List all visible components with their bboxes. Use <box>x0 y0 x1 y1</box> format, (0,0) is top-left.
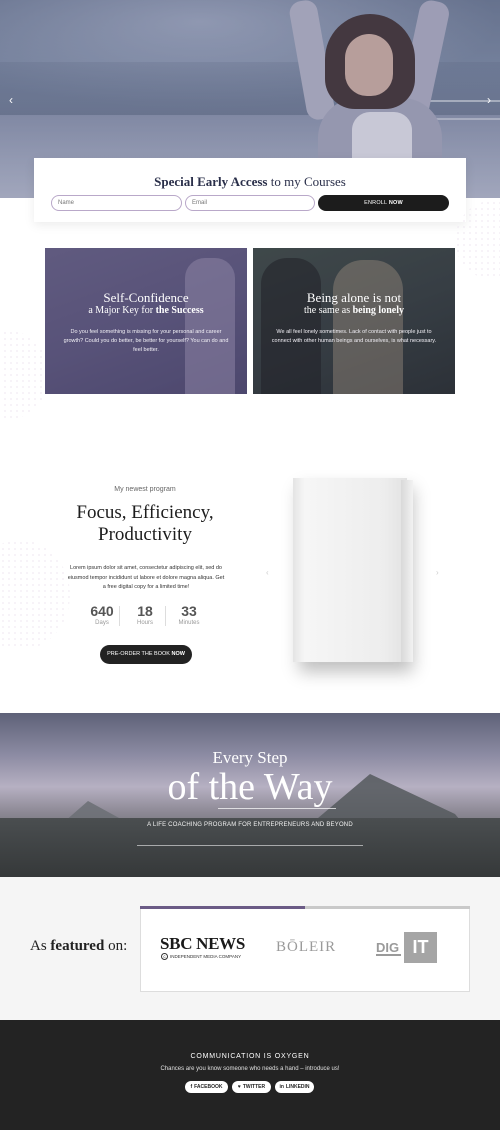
enroll-title: Special Early Access to my Courses <box>154 174 346 189</box>
twitter-button[interactable]: ♥ TWITTER <box>232 1081 271 1093</box>
countdown-divider <box>165 606 166 626</box>
card-text: We all feel lonely sometimes. Lack of co… <box>271 329 437 344</box>
program-title: Focus, Efficiency, Productivity <box>76 502 214 545</box>
dig-it-underline <box>376 954 401 956</box>
program-description: Lorem ipsum dolor sit amet, consectetur … <box>67 565 225 590</box>
boleir-logo[interactable]: BŌLEIR <box>276 939 336 956</box>
slider-prev-icon[interactable]: ‹ <box>4 92 18 108</box>
banner-subtitle: A LIFE COACHING PROGRAM FOR ENTREPRENEUR… <box>147 822 353 828</box>
book-spine <box>401 480 413 662</box>
sbc-news-tagline: c INDEPENDENT MEDIA COMPANY <box>161 953 241 960</box>
book-next-icon[interactable]: › <box>436 568 439 577</box>
linkedin-button[interactable]: in LINKEDIN <box>275 1081 314 1093</box>
dot-pattern-decoration <box>0 540 70 650</box>
slider-next-icon[interactable]: › <box>482 92 496 108</box>
banner-title-line2: of the Way <box>167 766 333 808</box>
feature-card-self-confidence[interactable]: Self-Confidence a Major Key for the Succ… <box>45 248 247 394</box>
footer <box>0 1020 500 1130</box>
dot-pattern-decoration <box>0 330 50 420</box>
card-heading: Self-Confidence <box>103 290 189 305</box>
book-prev-icon[interactable]: ‹ <box>266 568 269 577</box>
program-kicker: My newest program <box>114 486 176 493</box>
countdown-minutes: 33 Minutes <box>178 603 200 626</box>
enroll-form: Special Early Access to my Courses Name … <box>34 158 466 222</box>
banner-divider <box>218 808 336 809</box>
countdown-divider <box>119 606 120 626</box>
dig-it-logo-mark[interactable]: IT <box>404 932 437 963</box>
book-cover-image <box>293 478 407 662</box>
card-heading: Being alone is not <box>306 290 402 305</box>
card-subheading: the same as being lonely <box>304 305 404 316</box>
footer-title: COMMUNICATION IS OXYGEN <box>190 1053 310 1060</box>
countdown-hours: 18 Hours <box>136 603 153 626</box>
copyright-icon: c <box>161 953 168 960</box>
footer-subtitle: Chances are you know someone who needs a… <box>160 1066 340 1072</box>
preorder-book-button[interactable]: PRE-ORDER THE BOOK NOW <box>100 645 192 664</box>
banner-divider <box>137 845 363 846</box>
twitter-icon: ♥ <box>237 1084 241 1090</box>
facebook-icon: f <box>190 1084 193 1090</box>
sbc-news-logo[interactable]: SBC NEWS <box>160 934 245 954</box>
card-text: Do you feel something is missing for you… <box>63 329 229 353</box>
logos-progress-track <box>305 906 470 909</box>
featured-label: As featured on: <box>30 938 128 954</box>
card-subheading: a Major Key for the Success <box>88 305 204 316</box>
enroll-now-button[interactable]: ENROLL NOW <box>318 195 449 211</box>
logos-progress-bar <box>140 906 305 909</box>
countdown-days: 640 Days <box>90 603 114 626</box>
dig-it-logo[interactable]: DIG <box>376 940 399 955</box>
facebook-button[interactable]: f FACEBOOK <box>185 1081 228 1093</box>
name-input[interactable]: Name <box>51 195 182 211</box>
feature-card-being-alone[interactable]: Being alone is not the same as being lon… <box>253 248 455 394</box>
email-input[interactable]: Email <box>185 195 315 211</box>
linkedin-icon: in <box>279 1084 284 1090</box>
